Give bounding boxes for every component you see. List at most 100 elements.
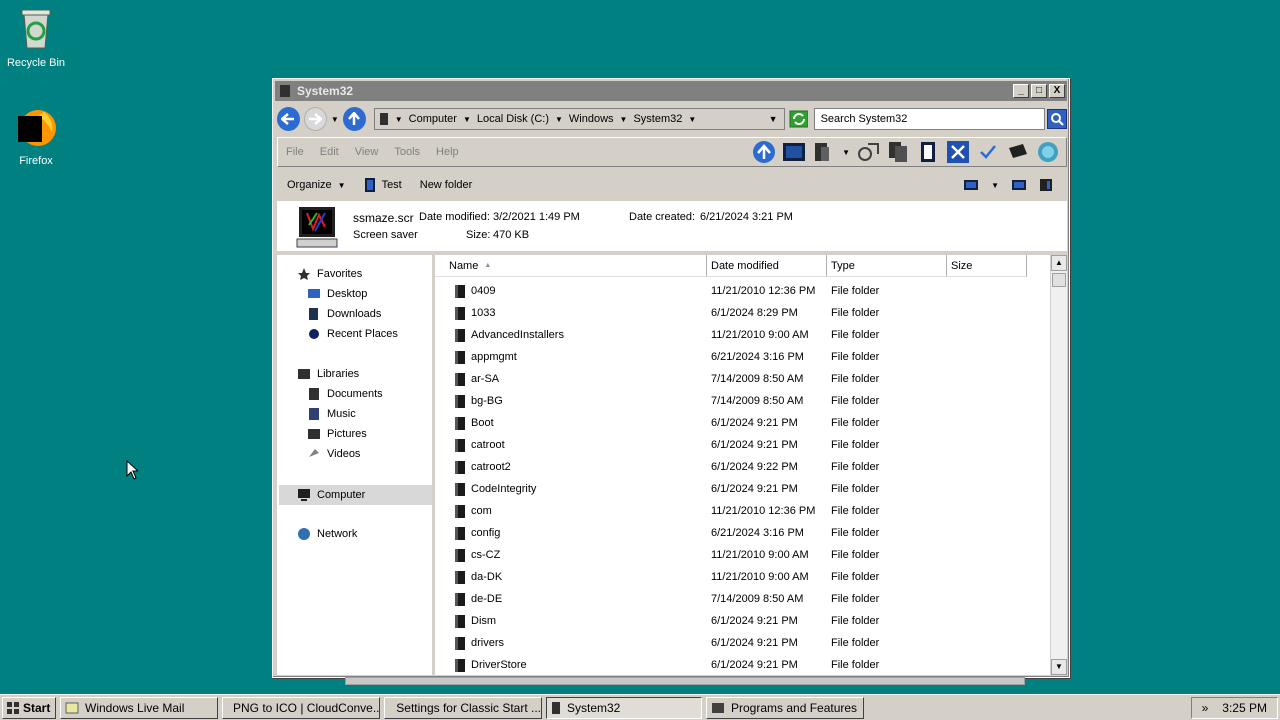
file-row[interactable]: catroot 6/1/2024 9:21 PM File folder [435,435,1049,457]
scroll-up-button[interactable]: ▲ [1051,255,1067,271]
clock[interactable]: 3:25 PM [1222,701,1267,715]
breadcrumb-chevron-icon[interactable]: ▼ [395,115,403,124]
forward-button[interactable] [303,107,327,131]
file-row[interactable]: 1033 6/1/2024 8:29 PM File folder [435,303,1049,325]
firefox-desktop-icon[interactable]: Firefox [0,104,72,167]
breadcrumb-computer[interactable]: Computer [409,113,457,125]
nav-downloads[interactable]: Downloads [307,307,381,321]
downloads-icon [309,308,318,320]
tray-expand-icon[interactable]: » [1202,701,1209,715]
file-row[interactable]: CodeIntegrity 6/1/2024 9:21 PM File folder [435,479,1049,501]
column-header-date[interactable]: Date modified [707,255,827,277]
help-icon[interactable] [1039,178,1053,192]
task-classic-start-settings[interactable]: Settings for Classic Start ... [384,696,542,719]
minimize-button[interactable]: _ [1013,84,1029,98]
nav-documents[interactable]: Documents [307,387,383,401]
task-windows-live-mail[interactable]: Windows Live Mail [60,696,218,719]
paste-icon[interactable] [886,140,910,164]
copy-icon[interactable] [856,140,880,164]
change-view-icon[interactable] [963,179,979,191]
column-header-size[interactable]: Size [947,255,1027,277]
breadcrumb-chevron-icon[interactable]: ▼ [688,115,696,124]
file-row[interactable]: ar-SA 7/14/2009 8:50 AM File folder [435,369,1049,391]
file-row[interactable]: da-DK 11/21/2010 9:00 AM File folder [435,567,1049,589]
address-history-dropdown-icon[interactable]: ▼ [769,114,778,124]
file-row[interactable]: appmgmt 6/21/2024 3:16 PM File folder [435,347,1049,369]
menu-help[interactable]: Help [428,146,467,158]
nav-libraries-label: Libraries [317,368,360,380]
title-bar[interactable]: System32 _ □ X [275,81,1067,101]
folder-icon [455,549,465,562]
refresh-icon[interactable] [789,110,808,128]
address-field[interactable]: ▼ Computer ▼ Local Disk (C:) ▼ Windows ▼… [373,108,785,130]
task-system32[interactable]: System32 [546,696,702,719]
view-dropdown-icon[interactable]: ▼ [991,181,999,190]
preview-pane-icon[interactable] [1011,179,1027,191]
file-row[interactable]: DriverStore 6/1/2024 9:21 PM File folder [435,655,1049,675]
nav-videos[interactable]: Videos [307,447,360,461]
test-button[interactable]: Test [364,177,402,193]
nav-desktop[interactable]: Desktop [307,287,367,301]
file-row[interactable]: Boot 6/1/2024 9:21 PM File folder [435,413,1049,435]
test-label: Test [381,179,402,191]
file-row[interactable]: config 6/21/2024 3:16 PM File folder [435,523,1049,545]
back-button[interactable] [277,107,300,131]
column-header-type[interactable]: Type [827,255,947,277]
breadcrumb-chevron-icon[interactable]: ▼ [555,115,563,124]
up-one-level-icon[interactable] [752,140,776,164]
horizontal-scrollbar[interactable] [345,677,1025,685]
scroll-thumb[interactable] [1052,273,1066,287]
task-programs-features[interactable]: Programs and Features [706,696,864,719]
cut-dropdown-icon[interactable]: ▼ [842,148,850,157]
cut-icon[interactable] [812,140,836,164]
folders-pane-icon[interactable] [782,140,806,164]
select-check-icon[interactable] [976,140,1000,164]
nav-network[interactable]: Network [297,527,357,541]
properties-icon[interactable] [916,140,940,164]
nav-music[interactable]: Music [307,407,356,421]
breadcrumb-windows[interactable]: Windows [569,113,614,125]
file-name: drivers [471,637,505,649]
scroll-down-button[interactable]: ▼ [1051,659,1067,675]
task-png-to-ico[interactable]: PNG to ICO | CloudConve... [222,696,380,719]
menu-edit[interactable]: Edit [312,146,347,158]
file-row[interactable]: com 11/21/2010 12:36 PM File folder [435,501,1049,523]
vertical-scrollbar[interactable]: ▲ ▼ [1050,255,1067,675]
history-dropdown-icon[interactable]: ▼ [331,115,339,124]
new-folder-button[interactable]: New folder [420,179,473,191]
mouse-cursor-icon [126,460,138,480]
start-button[interactable]: Start [2,696,56,719]
nav-favorites[interactable]: Favorites [297,267,362,281]
up-button[interactable] [342,107,366,131]
breadcrumb-local-disk[interactable]: Local Disk (C:) [477,113,549,125]
nav-computer[interactable]: Computer [279,485,432,505]
search-button[interactable] [1046,109,1067,129]
nav-recent-places[interactable]: Recent Places [307,327,398,341]
file-row[interactable]: drivers 6/1/2024 9:21 PM File folder [435,633,1049,655]
nav-pictures[interactable]: Pictures [307,427,367,441]
menu-file[interactable]: File [278,146,312,158]
column-header-name[interactable]: Name ▲ [435,255,707,277]
delete-icon[interactable] [946,140,970,164]
file-row[interactable]: Dism 6/1/2024 9:21 PM File folder [435,611,1049,633]
maximize-button[interactable]: □ [1031,84,1047,98]
recycle-bin-desktop-icon[interactable]: Recycle Bin [0,6,72,69]
search-input[interactable]: Search System32 [813,108,1045,130]
file-row[interactable]: cs-CZ 11/21/2010 9:00 AM File folder [435,545,1049,567]
settings-globe-icon[interactable] [1036,140,1060,164]
organize-button[interactable]: Organize ▼ [287,179,346,191]
file-row[interactable]: 0409 11/21/2010 12:36 PM File folder [435,281,1049,303]
file-row[interactable]: de-DE 7/14/2009 8:50 AM File folder [435,589,1049,611]
file-row[interactable]: catroot2 6/1/2024 9:22 PM File folder [435,457,1049,479]
folder-icon [455,527,465,540]
breadcrumb-chevron-icon[interactable]: ▼ [463,115,471,124]
nav-libraries[interactable]: Libraries [297,367,359,381]
file-row[interactable]: bg-BG 7/14/2009 8:50 AM File folder [435,391,1049,413]
breadcrumb-chevron-icon[interactable]: ▼ [620,115,628,124]
drive-icon[interactable] [1006,140,1030,164]
menu-tools[interactable]: Tools [386,146,428,158]
close-button[interactable]: X [1049,84,1065,98]
menu-view[interactable]: View [347,146,387,158]
breadcrumb-system32[interactable]: System32 [633,113,682,125]
file-row[interactable]: AdvancedInstallers 11/21/2010 9:00 AM File… [435,325,1049,347]
